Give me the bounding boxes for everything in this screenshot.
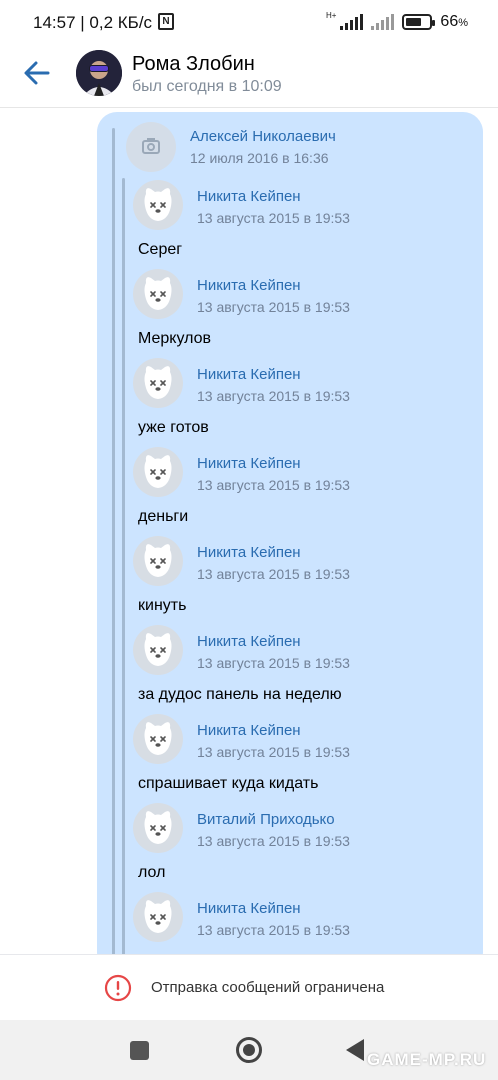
message-author[interactable]: Никита Кейпен [197,633,301,650]
deleted-user-avatar-icon[interactable] [133,803,183,853]
message-date: 13 августа 2015 в 19:53 [197,388,350,404]
deleted-user-avatar-icon[interactable] [133,358,183,408]
deleted-user-avatar-icon[interactable] [133,269,183,319]
status-indicators: H+ 66% [326,12,468,32]
message-text: за дудос панель на неделю [138,686,342,703]
deleted-user-avatar-icon[interactable] [133,892,183,942]
home-button[interactable] [236,1037,262,1063]
warning-icon [104,974,132,1002]
message-date: 13 августа 2015 в 19:53 [197,477,350,493]
forward-author[interactable]: Алексей Николаевич [190,128,336,145]
message-author[interactable]: Никита Кейпен [197,900,301,917]
message-date: 13 августа 2015 в 19:53 [197,833,350,849]
message-author[interactable]: Никита Кейпен [197,455,301,472]
message-text: уже готов [138,419,209,436]
system-back-button[interactable] [346,1039,364,1061]
status-bar: 14:57 | 0,2 КБ/с N H+ 66% [0,0,498,44]
deleted-user-avatar-icon[interactable] [133,625,183,675]
recent-apps-button[interactable] [130,1041,149,1060]
message-date: 13 августа 2015 в 19:53 [197,922,350,938]
forward-thread-line [112,128,115,954]
battery-percent: 66% [440,13,468,30]
message-author[interactable]: Никита Кейпен [197,366,301,383]
message-author[interactable]: Никита Кейпен [197,277,301,294]
deleted-user-avatar-icon[interactable] [133,180,183,230]
message-date: 13 августа 2015 в 19:53 [197,566,350,582]
message-author[interactable]: Никита Кейпен [197,722,301,739]
contact-name[interactable]: Рома Злобин [132,53,255,76]
message-date: 13 августа 2015 в 19:53 [197,299,350,315]
signal-icon [340,14,364,30]
message-text: Серег [138,241,183,258]
deleted-user-avatar-icon[interactable] [133,447,183,497]
contact-avatar[interactable] [76,50,122,96]
messaging-restricted-bar: Отправка сообщений ограничена [0,954,498,1020]
message-text: Меркулов [138,330,212,347]
message-author[interactable]: Виталий Приходько [197,811,335,828]
message-text: кинуть [138,597,187,614]
message-date: 13 августа 2015 в 19:53 [197,655,350,671]
battery-icon [402,14,436,30]
nfc-icon: N [158,13,174,30]
message-text: спрашивает куда кидать [138,775,319,792]
message-date: 13 августа 2015 в 19:53 [197,744,350,760]
last-seen-status: был сегодня в 10:09 [132,78,282,95]
message-text: деньги [138,508,189,525]
restricted-message: Отправка сообщений ограничена [151,979,385,996]
network-type: H+ [325,11,337,20]
message-text: лол [138,864,166,881]
nested-forward-thread-line [122,178,125,954]
message-date: 13 августа 2015 в 19:53 [197,210,350,226]
forward-date: 12 июля 2016 в 16:36 [190,150,329,166]
watermark: GAME-MP.RU [367,1050,487,1069]
deleted-user-avatar-icon[interactable] [133,714,183,764]
message-author[interactable]: Никита Кейпен [197,544,301,561]
chat-header: Рома Злобин был сегодня в 10:09 [0,44,498,108]
back-arrow-icon[interactable] [20,56,54,90]
message-list[interactable]: Алексей Николаевич 12 июля 2016 в 16:36 … [0,108,498,954]
message-author[interactable]: Никита Кейпен [197,188,301,205]
deleted-user-avatar-icon[interactable] [133,536,183,586]
camera-avatar-icon[interactable] [126,122,176,172]
status-time-speed: 14:57 | 0,2 КБ/с [33,13,153,32]
signal-2-icon [371,14,395,30]
